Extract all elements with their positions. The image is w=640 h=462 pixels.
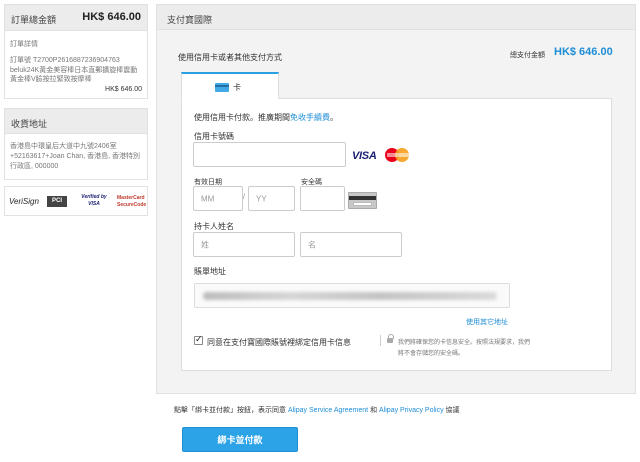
- order-details-box: 訂單詳情 訂單號 T2700P2616887236904763 beluk24K…: [4, 31, 148, 99]
- order-total-header: 訂單總金額 HK$ 646.00: [4, 4, 148, 31]
- total-payment-amount: HK$ 646.00: [554, 46, 613, 58]
- credit-card-icon: [215, 83, 229, 92]
- order-total-label: 訂單總金額: [11, 15, 57, 25]
- security-note-line2: 將不會存儲您的安全碼。: [398, 351, 465, 357]
- cvv-input[interactable]: [300, 186, 345, 211]
- card-number-label: 信用卡號碼: [194, 132, 234, 141]
- last-name-input[interactable]: 名: [300, 232, 402, 257]
- mastercard-logo: [385, 148, 411, 162]
- address-label: 收貨地址: [11, 119, 48, 129]
- tab-card-label: 卡: [233, 83, 241, 92]
- payment-method-subtitle: 使用信用卡或者其他支付方式: [178, 53, 282, 62]
- address-header: 收貨地址: [4, 108, 148, 134]
- service-agreement-link[interactable]: Alipay Service Agreement: [288, 407, 368, 414]
- terms-note: 點擊「綁卡並付款」按鈕，表示同意 Alipay Service Agreemen…: [174, 407, 460, 414]
- security-logos: VeriSign PCI Verified by VISA MasterCard…: [4, 186, 148, 216]
- address-box: 香港島中環皇后大道中九號2406室+52163617+Joan Chan, 香港…: [4, 134, 148, 180]
- save-card-checkbox[interactable]: [194, 334, 203, 345]
- promo-text: 使用信用卡付款。推廣期間免收手續費。: [194, 113, 338, 122]
- order-total-amount: HK$ 646.00: [82, 11, 141, 23]
- order-item-amount: HK$ 646.00: [105, 86, 142, 93]
- alipay-title: 支付寶國際: [167, 15, 213, 25]
- cvv-card-icon: [348, 192, 377, 209]
- mastercard-securecode-logo: MasterCard SecureCode: [117, 195, 147, 208]
- billing-address-select[interactable]: [194, 283, 510, 308]
- privacy-policy-link[interactable]: Alipay Privacy Policy: [379, 407, 444, 414]
- bind-and-pay-button[interactable]: 綁卡並付款: [182, 427, 298, 452]
- divider: [380, 335, 381, 346]
- save-card-label: 同意在支付寶國際賬號裡綁定信用卡信息: [207, 338, 351, 347]
- expiry-separator: /: [243, 194, 245, 201]
- lock-icon: [387, 334, 394, 344]
- verified-by-visa-logo: Verified by VISA: [81, 194, 107, 207]
- expiry-month-input[interactable]: MM: [193, 186, 243, 211]
- use-other-address-link[interactable]: 使用其它地址: [466, 317, 508, 327]
- card-number-input[interactable]: [193, 142, 346, 167]
- security-note-line1: 我們將確保您的卡信息安全。按照法規要求，我們: [398, 340, 531, 346]
- visa-logo: VISA: [352, 150, 377, 162]
- pci-logo: PCI: [47, 196, 67, 207]
- expiry-year-input[interactable]: YY: [248, 186, 295, 211]
- cardholder-name-label: 持卡人姓名: [194, 222, 234, 231]
- address-text: 香港島中環皇后大道中九號2406室+52163617+Joan Chan, 香港…: [10, 143, 140, 170]
- order-details-label: 訂單詳情: [10, 41, 38, 48]
- total-payment-label: 總支付金額: [510, 52, 545, 59]
- redacted-address: [203, 292, 497, 300]
- fee-waiver-link[interactable]: 免收手續費: [290, 113, 330, 122]
- tab-card[interactable]: 卡: [181, 72, 279, 99]
- verisign-logo: VeriSign: [9, 197, 39, 206]
- alipay-header: 支付寶國際: [156, 4, 636, 30]
- order-number: 訂單號 T2700P2616887236904763: [10, 57, 120, 64]
- first-name-input[interactable]: 姓: [193, 232, 295, 257]
- order-item-name: beluk24K黃金美容棒日本直郵擴旋棒震動黃金棒V臉按拉緊致按摩棒: [10, 67, 138, 83]
- billing-address-label: 賬單地址: [194, 267, 226, 276]
